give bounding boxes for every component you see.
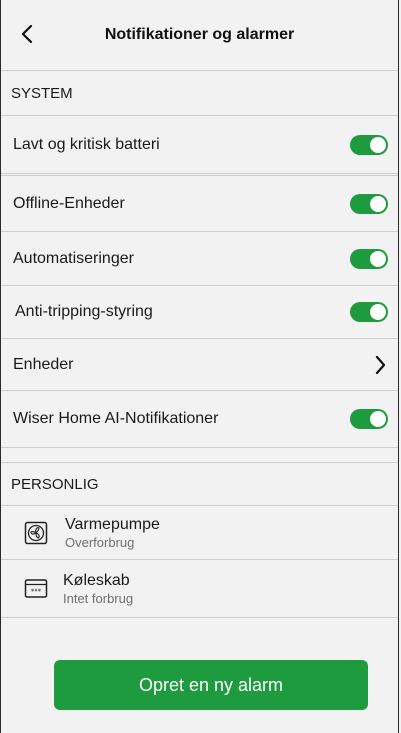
offline-devices-toggle[interactable] <box>350 193 388 214</box>
create-alarm-button[interactable]: Opret en ny alarm <box>54 660 368 710</box>
setting-label: Wiser Home AI-Notifikationer <box>13 410 219 427</box>
toggle-knob <box>370 195 386 212</box>
fridge-icon: *** <box>23 576 49 602</box>
section-header-system: SYSTEM <box>1 71 398 116</box>
automations-toggle[interactable] <box>350 248 388 269</box>
setting-label: Enheder <box>13 355 74 373</box>
chevron-right-icon <box>372 355 388 374</box>
alarm-item-heat-pump[interactable]: Varmepumpe Overforbrug <box>1 506 398 560</box>
setting-row-automations[interactable]: Automatiseringer <box>1 232 398 286</box>
app-header: Notifikationer og alarmer <box>1 0 398 71</box>
low-battery-toggle[interactable] <box>350 134 388 155</box>
page-title: Notifikationer og alarmer <box>104 26 295 43</box>
setting-label: Lavt og kritisk batteri <box>13 135 160 153</box>
back-button[interactable] <box>15 22 39 46</box>
setting-row-low-battery[interactable]: Lavt og kritisk batteri <box>1 116 398 174</box>
toggle-knob <box>370 250 386 267</box>
setting-label: Offline-Enheder <box>13 194 125 212</box>
setting-label: Anti-tripping-styring <box>15 303 153 320</box>
section-gap <box>1 448 398 463</box>
toggle-knob <box>370 411 386 427</box>
wiser-ai-toggle[interactable] <box>350 409 388 429</box>
svg-text:***: *** <box>31 587 42 595</box>
setting-row-offline-devices[interactable]: Offline-Enheder <box>1 176 398 232</box>
toggle-knob <box>370 304 386 320</box>
alarm-item-subtitle: Intet forbrug <box>63 590 134 606</box>
alarm-item-title: Varmepumpe <box>65 515 160 533</box>
section-header-personlig: PERSONLIG <box>1 463 398 506</box>
heat-pump-icon <box>23 520 49 546</box>
chevron-left-icon <box>21 25 33 43</box>
toggle-knob <box>370 136 386 153</box>
setting-row-anti-tripping[interactable]: Anti-tripping-styring <box>1 286 398 339</box>
setting-row-devices[interactable]: Enheder <box>1 339 398 391</box>
alarm-item-text: Køleskab Intet forbrug <box>63 572 133 606</box>
setting-label: Automatiseringer <box>13 249 134 267</box>
anti-tripping-toggle[interactable] <box>350 302 388 322</box>
setting-row-wiser-ai[interactable]: Wiser Home AI-Notifikationer <box>1 391 398 448</box>
alarm-item-subtitle: Overforbrug <box>65 534 135 550</box>
alarm-item-text: Varmepumpe Overforbrug <box>65 516 160 550</box>
notifications-screen: Notifikationer og alarmer SYSTEM Lavt og… <box>0 0 399 733</box>
alarm-item-fridge[interactable]: *** Køleskab Intet forbrug <box>1 560 398 618</box>
alarm-item-title: Køleskab <box>63 571 130 589</box>
